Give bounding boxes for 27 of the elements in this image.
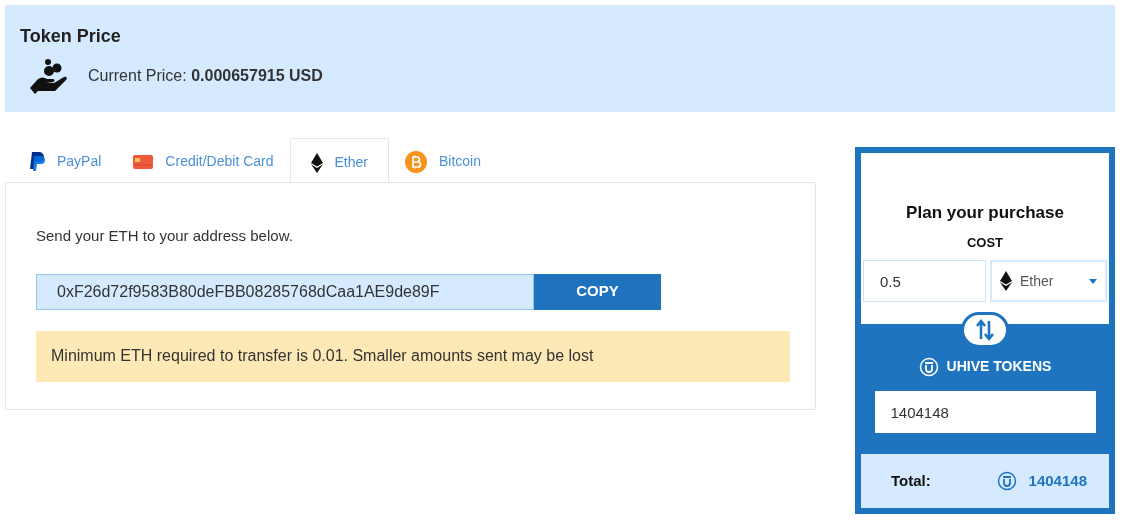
payment-tab[interactable]: PayPal <box>13 137 118 182</box>
total-label: Total: <box>891 470 931 491</box>
coin-icon <box>918 356 939 377</box>
cost-input[interactable]: 0.5 <box>863 260 986 302</box>
tokens-label: UHIVE TOKENS <box>946 357 1052 376</box>
paypal-icon <box>29 151 45 172</box>
tokens-input[interactable]: 1404148 <box>874 391 1096 433</box>
banner-title: Token Price <box>20 25 122 48</box>
payment-tab[interactable]: Ether <box>289 138 389 183</box>
planner-title: Plan your purchase <box>906 202 1064 224</box>
warning-message: Minimum ETH required to transfer is 0.01. Smaller amounts sent may be lost <box>36 330 790 382</box>
caret-icon <box>1089 278 1097 284</box>
coin-icon <box>996 471 1017 491</box>
currency-dropdown[interactable]: Ether <box>990 260 1107 302</box>
credit-card-icon <box>133 154 154 169</box>
swap-arrows-icon <box>976 319 994 341</box>
payment-tab[interactable]: Bitcoin <box>389 137 497 182</box>
instruction-text: Send your ETH to your address below. <box>36 226 294 246</box>
ether-icon <box>310 152 323 173</box>
current-price: Current Price: 0.000657915 USD <box>88 66 323 86</box>
total-value: 1404148 <box>1028 470 1087 491</box>
bitcoin-icon <box>405 150 427 173</box>
payment-tab[interactable]: Credit/Debit Card <box>117 137 290 182</box>
copy-button[interactable]: COPY <box>534 273 661 310</box>
ether-icon <box>1000 271 1012 291</box>
cost-label: COST <box>966 233 1004 252</box>
address-field[interactable]: 0xF26d72f9583B80deFBB08285768dCaa1AE9de89F <box>36 273 534 310</box>
